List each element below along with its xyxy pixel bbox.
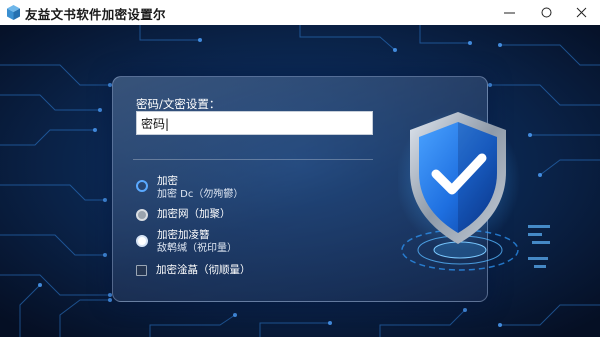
window-title: 友益文书软件加密设置尔 — [25, 7, 166, 22]
minimize-button[interactable] — [490, 0, 528, 25]
option-encrypt-network[interactable]: 加密网（加聚） — [136, 208, 231, 221]
option-title: 加密淦蕌（彻顺量） — [156, 264, 251, 276]
option-encrypt-advanced[interactable]: 加密加凌簪 敌鹎缄（祝印量） — [136, 229, 237, 255]
radio-button[interactable] — [136, 209, 148, 221]
radio-button[interactable] — [136, 235, 148, 247]
password-label: 密码/文密设置： — [136, 97, 221, 111]
option-subtitle: 敌鹎缄（祝印量） — [157, 242, 237, 254]
close-button[interactable] — [562, 0, 600, 25]
option-title: 加密 — [157, 175, 178, 187]
minimize-icon — [503, 12, 515, 14]
option-label: 加密 加密 Dc（勿殉鬱） — [157, 175, 243, 201]
option-label: 加密加凌簪 敌鹎缄（祝印量） — [157, 229, 237, 255]
maximize-icon — [541, 7, 551, 18]
password-input[interactable] — [136, 111, 373, 135]
option-encrypt-extra[interactable]: 加密淦蕌（彻顺量） — [136, 264, 251, 277]
option-subtitle: 加密 Dc（勿殉鬱） — [157, 188, 244, 200]
checkbox[interactable] — [136, 265, 147, 276]
shield-check-icon — [398, 110, 520, 250]
app-window: 友益文书软件加密设置尔 密码/文密设置： 加密 加密 Dc（勿殉鬱） 加密网（加… — [0, 0, 600, 337]
option-title: 加密加凌簪 — [157, 229, 210, 241]
option-encrypt[interactable]: 加密 加密 Dc（勿殉鬱） — [136, 175, 243, 201]
app-cube-icon — [7, 5, 20, 20]
option-title: 加密网（加聚） — [157, 208, 231, 220]
divider — [133, 159, 373, 160]
maximize-button[interactable] — [527, 0, 565, 25]
close-icon — [576, 7, 586, 18]
radio-button[interactable] — [136, 180, 148, 192]
title-bar: 友益文书软件加密设置尔 — [0, 0, 600, 25]
